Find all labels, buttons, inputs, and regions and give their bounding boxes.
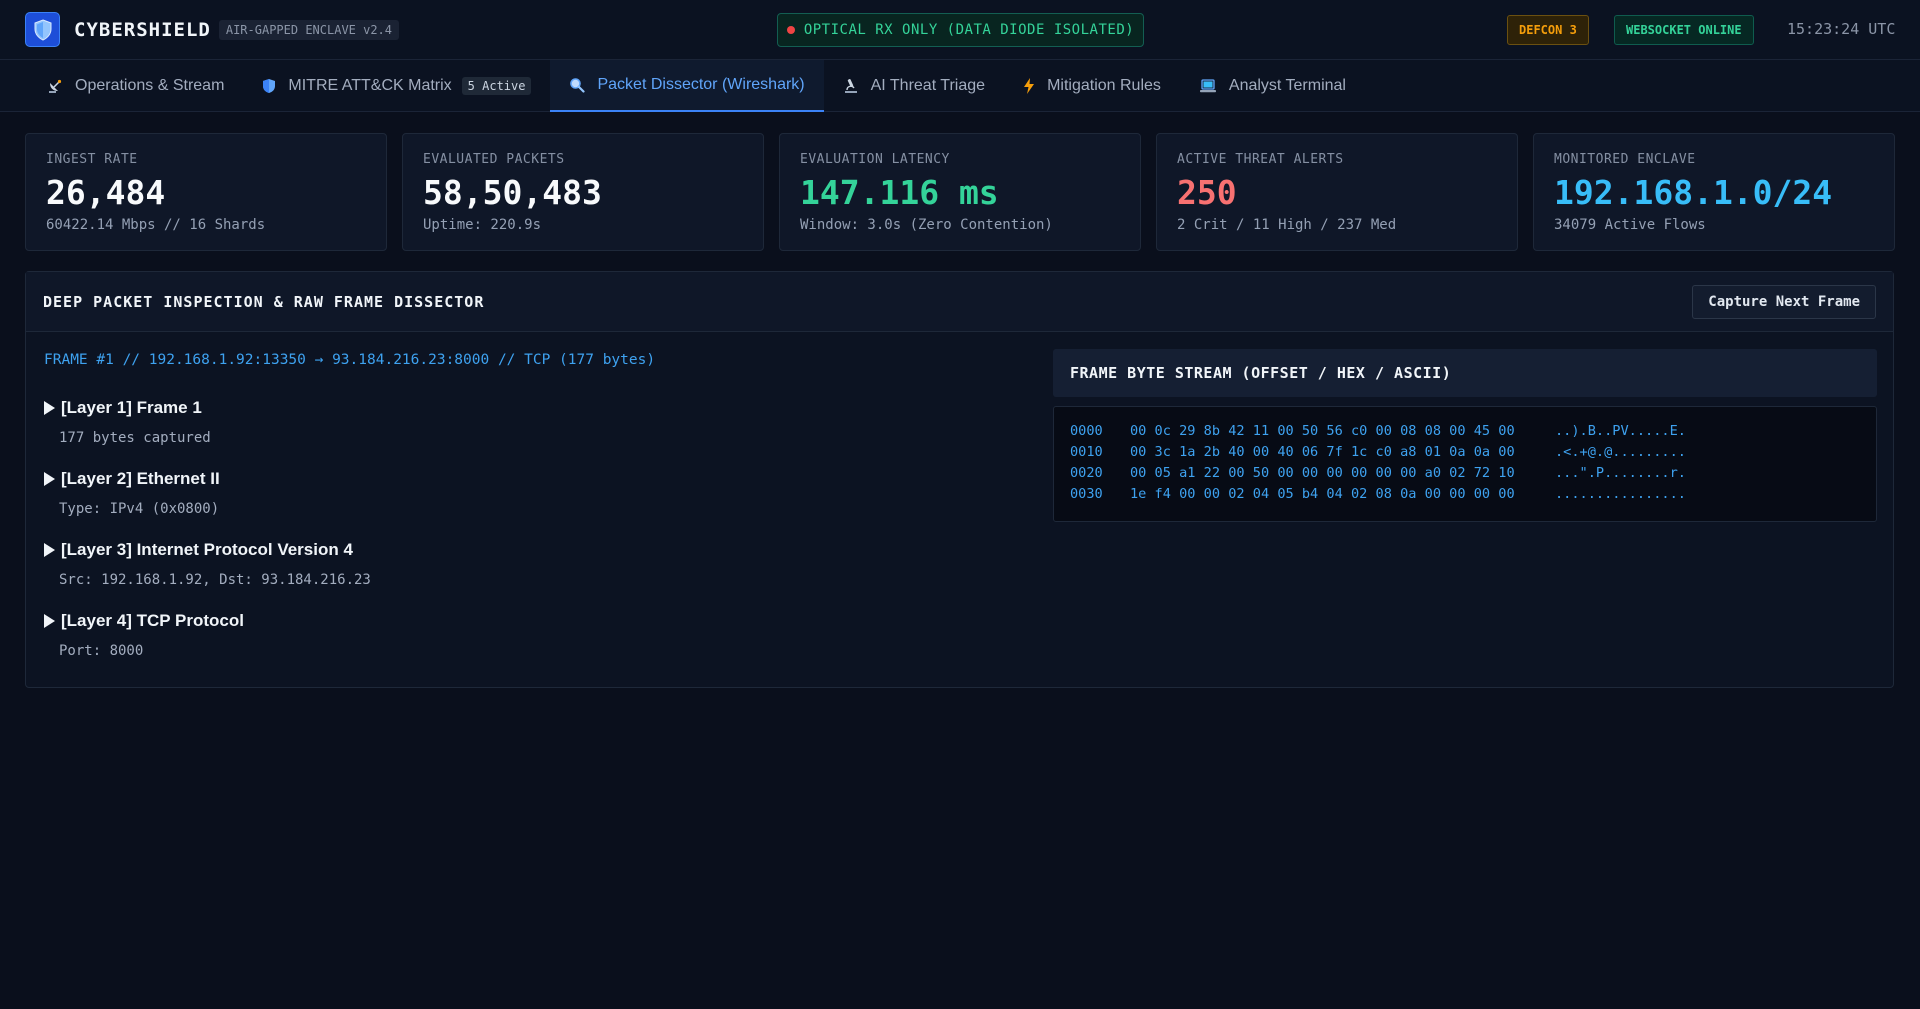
expand-triangle-icon	[44, 472, 55, 486]
stat-subtext: Window: 3.0s (Zero Contention)	[800, 217, 1053, 233]
tab-label: MITRE ATT&CK Matrix	[288, 77, 452, 94]
stat-card-monitored-enclave: MONITORED ENCLAVE 192.168.1.0/24 34079 A…	[1533, 133, 1895, 251]
hex-ascii: ................	[1555, 486, 1686, 502]
hex-row: 0030 1e f4 00 00 02 04 05 b4 04 02 08 0a…	[1070, 486, 1876, 507]
stat-label: EVALUATED PACKETS	[423, 152, 565, 167]
hex-offset: 0020	[1070, 465, 1103, 481]
tab-bar: Operations & Stream MITRE ATT&CK Matrix …	[0, 60, 1920, 112]
tab-label: Mitigation Rules	[1047, 77, 1161, 94]
stat-card-ingest-rate: INGEST RATE 26,484 60422.14 Mbps // 16 S…	[25, 133, 387, 251]
layer-toggle[interactable]: [Layer 2] Ethernet II	[44, 469, 371, 489]
layer-detail: Src: 192.168.1.92, Dst: 93.184.216.23	[59, 572, 371, 588]
satellite-dish-icon	[47, 78, 63, 94]
layer-item: [Layer 2] Ethernet II Type: IPv4 (0x0800…	[44, 469, 371, 540]
layer-toggle[interactable]: [Layer 1] Frame 1	[44, 398, 371, 418]
byte-stream-title: FRAME BYTE STREAM (OFFSET / HEX / ASCII)	[1053, 349, 1877, 397]
stat-value: 58,50,483	[423, 173, 602, 212]
hex-ascii: ...".P........r.	[1555, 465, 1686, 481]
hex-offset: 0000	[1070, 423, 1103, 439]
layer-item: [Layer 4] TCP Protocol Port: 8000	[44, 611, 371, 682]
hex-bytes: 00 05 a1 22 00 50 00 00 00 00 00 00 a0 0…	[1130, 465, 1515, 481]
shield-icon	[25, 12, 60, 47]
tab-label: Operations & Stream	[75, 77, 225, 94]
stat-label: EVALUATION LATENCY	[800, 152, 950, 167]
magnifier-icon	[569, 77, 586, 93]
expand-triangle-icon	[44, 543, 55, 557]
hex-offset: 0010	[1070, 444, 1103, 460]
stat-subtext: 2 Crit / 11 High / 237 Med	[1177, 217, 1397, 233]
hex-bytes: 00 3c 1a 2b 40 00 40 06 7f 1c c0 a8 01 0…	[1130, 444, 1515, 460]
tab-analyst-terminal[interactable]: Analyst Terminal	[1180, 60, 1365, 112]
hex-bytes: 1e f4 00 00 02 04 05 b4 04 02 08 0a 00 0…	[1130, 486, 1515, 502]
brand-name: CYBERSHIELD	[74, 18, 211, 41]
tab-operations-stream[interactable]: Operations & Stream	[28, 60, 243, 112]
diode-status-label: OPTICAL RX ONLY (DATA DIODE ISOLATED)	[803, 22, 1135, 38]
frame-summary: FRAME #1 // 192.168.1.92:13350 → 93.184.…	[44, 352, 656, 368]
layer-title: [Layer 3] Internet Protocol Version 4	[61, 540, 353, 559]
tab-packet-dissector[interactable]: Packet Dissector (Wireshark)	[550, 60, 824, 112]
stat-subtext: Uptime: 220.9s	[423, 217, 542, 233]
layer-detail: Port: 8000	[59, 643, 144, 659]
hex-ascii: ..).B..PV.....E.	[1555, 423, 1686, 439]
hex-bytes: 00 0c 29 8b 42 11 00 50 56 c0 00 08 08 0…	[1130, 423, 1515, 439]
utc-clock: 15:23:24 UTC	[1787, 20, 1896, 38]
stat-card-evaluated-packets: EVALUATED PACKETS 58,50,483 Uptime: 220.…	[402, 133, 764, 251]
top-header: CYBERSHIELD AIR-GAPPED ENCLAVE v2.4 OPTI…	[0, 0, 1920, 60]
tab-label: Analyst Terminal	[1228, 77, 1346, 94]
hex-row: 0020 00 05 a1 22 00 50 00 00 00 00 00 00…	[1070, 465, 1876, 486]
hex-dump: 0000 00 0c 29 8b 42 11 00 50 56 c0 00 08…	[1053, 406, 1877, 522]
stat-value: 250	[1177, 173, 1237, 212]
layer-toggle[interactable]: [Layer 4] TCP Protocol	[44, 611, 371, 631]
hex-row: 0010 00 3c 1a 2b 40 00 40 06 7f 1c c0 a8…	[1070, 444, 1876, 465]
tab-label: AI Threat Triage	[870, 77, 986, 94]
laptop-icon	[1199, 79, 1217, 93]
websocket-status-badge: WEBSOCKET ONLINE	[1614, 15, 1754, 45]
stat-subtext: 34079 Active Flows	[1554, 217, 1706, 233]
protocol-layer-tree: [Layer 1] Frame 1 177 bytes captured [La…	[44, 398, 371, 682]
expand-triangle-icon	[44, 614, 55, 628]
tab-mitre-attack[interactable]: MITRE ATT&CK Matrix 5 Active	[243, 60, 550, 112]
hex-row: 0000 00 0c 29 8b 42 11 00 50 56 c0 00 08…	[1070, 423, 1876, 444]
tab-label: Packet Dissector (Wireshark)	[597, 76, 805, 93]
tab-ai-threat-triage[interactable]: AI Threat Triage	[824, 60, 1004, 112]
stat-cards: INGEST RATE 26,484 60422.14 Mbps // 16 S…	[25, 133, 1895, 251]
tab-mitigation-rules[interactable]: Mitigation Rules	[1004, 60, 1180, 112]
stat-value: 147.116 ms	[800, 173, 999, 212]
stat-label: MONITORED ENCLAVE	[1554, 152, 1696, 167]
version-badge: AIR-GAPPED ENCLAVE v2.4	[218, 19, 400, 40]
microscope-icon	[843, 78, 859, 94]
lightning-icon	[1023, 78, 1035, 94]
active-count-badge: 5 Active	[461, 77, 532, 95]
layer-title: [Layer 2] Ethernet II	[61, 469, 220, 488]
stat-value: 192.168.1.0/24	[1554, 173, 1833, 212]
stat-value: 26,484	[46, 173, 166, 212]
shield-icon	[262, 78, 276, 94]
packet-dissector-panel: DEEP PACKET INSPECTION & RAW FRAME DISSE…	[25, 271, 1894, 688]
layer-item: [Layer 1] Frame 1 177 bytes captured	[44, 398, 371, 469]
stat-label: INGEST RATE	[46, 152, 138, 167]
layer-detail: 177 bytes captured	[59, 430, 211, 446]
diode-status: OPTICAL RX ONLY (DATA DIODE ISOLATED)	[777, 13, 1144, 47]
defcon-badge: DEFCON 3	[1507, 15, 1589, 45]
layer-toggle[interactable]: [Layer 3] Internet Protocol Version 4	[44, 540, 371, 560]
panel-header: DEEP PACKET INSPECTION & RAW FRAME DISSE…	[26, 272, 1893, 332]
layer-title: [Layer 1] Frame 1	[61, 398, 202, 417]
panel-title: DEEP PACKET INSPECTION & RAW FRAME DISSE…	[43, 292, 485, 311]
stat-card-active-threat-alerts: ACTIVE THREAT ALERTS 250 2 Crit / 11 Hig…	[1156, 133, 1518, 251]
hex-ascii: .<.+@.@.........	[1555, 444, 1686, 460]
stat-subtext: 60422.14 Mbps // 16 Shards	[46, 217, 266, 233]
status-dot-icon	[786, 26, 795, 34]
stat-label: ACTIVE THREAT ALERTS	[1177, 152, 1344, 167]
expand-triangle-icon	[44, 401, 55, 415]
layer-title: [Layer 4] TCP Protocol	[61, 611, 244, 630]
hex-offset: 0030	[1070, 486, 1103, 502]
layer-detail: Type: IPv4 (0x0800)	[59, 501, 220, 517]
layer-item: [Layer 3] Internet Protocol Version 4 Sr…	[44, 540, 371, 611]
stat-card-evaluation-latency: EVALUATION LATENCY 147.116 ms Window: 3.…	[779, 133, 1141, 251]
capture-next-frame-button[interactable]: Capture Next Frame	[1692, 284, 1876, 319]
